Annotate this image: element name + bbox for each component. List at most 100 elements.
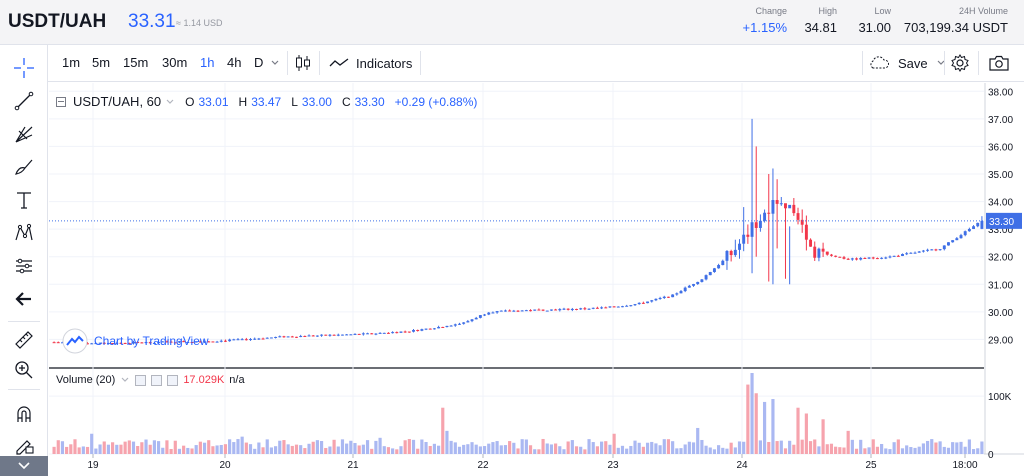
candle-body — [311, 335, 315, 337]
volume-bar — [424, 442, 428, 454]
candle-body — [767, 212, 771, 214]
candle-body — [407, 331, 411, 333]
volume-bar — [871, 439, 875, 454]
volume-tick-label: 0 — [988, 450, 994, 461]
volume-bar — [94, 448, 98, 454]
volume-bar — [859, 439, 863, 454]
volume-bar — [294, 444, 299, 454]
volume-bar — [687, 441, 691, 454]
chevron-down-icon[interactable] — [165, 97, 175, 107]
candle-body — [880, 257, 884, 259]
volume-bar — [880, 443, 884, 454]
price-chart[interactable]: 29.00 30.00 31.00 32.00 33.00 34.00 35.00 36.00… — [0, 0, 1024, 476]
volume-bar — [528, 445, 533, 454]
volume-bar — [215, 445, 219, 454]
candle-body — [228, 339, 232, 342]
volume-bar — [232, 442, 236, 454]
volume-bar — [261, 447, 265, 454]
time-tick-label: 25 — [865, 460, 877, 471]
candle-body — [683, 287, 687, 292]
volume-value: 17.029K — [183, 374, 225, 386]
volume-bar — [207, 440, 211, 454]
volume-bar — [395, 449, 399, 454]
volume-bar — [583, 449, 587, 454]
chevron-down-icon[interactable] — [120, 375, 130, 385]
volume-bar — [416, 448, 420, 454]
candle-body — [758, 220, 762, 228]
candle-body — [921, 250, 925, 252]
watermark-text: Chart by TradingView — [94, 334, 209, 348]
volume-bar — [136, 446, 140, 454]
volume-bar — [403, 440, 407, 454]
volume-bar — [437, 445, 441, 454]
time-tick-label: 24 — [736, 460, 748, 471]
candle-body — [775, 200, 779, 204]
candle-body — [378, 332, 382, 334]
candle-body — [884, 257, 888, 259]
volume-bar — [148, 444, 152, 454]
candle-body — [458, 323, 461, 325]
candle-body — [646, 301, 650, 304]
candle-body — [671, 294, 675, 298]
volume-bar — [625, 448, 629, 454]
candle-body — [315, 335, 319, 337]
legend-open: 33.01 — [198, 94, 229, 109]
volume-bar — [65, 446, 69, 454]
volume-bar — [503, 445, 508, 454]
settings-icon[interactable] — [151, 374, 163, 386]
volume-bar — [236, 439, 240, 454]
volume-bar — [654, 443, 658, 454]
volume-bar — [813, 439, 817, 454]
volume-bar — [478, 446, 482, 454]
volume-bar — [587, 439, 591, 454]
volume-bar — [971, 449, 976, 454]
volume-bar — [152, 440, 156, 454]
volume-bar — [432, 443, 437, 454]
candle-body — [437, 326, 441, 329]
volume-bar — [792, 444, 796, 454]
candle-body — [541, 309, 545, 311]
volume-bar — [671, 441, 675, 454]
volume-bar — [558, 446, 562, 454]
close-icon[interactable] — [167, 374, 179, 386]
candle-body — [947, 242, 950, 246]
volume-bar — [466, 444, 470, 454]
volume-bar — [345, 443, 349, 454]
volume-bar — [98, 444, 102, 454]
candle-body — [462, 322, 466, 324]
candle-body — [370, 333, 374, 335]
volume-bar — [520, 439, 524, 454]
candle-body — [662, 296, 666, 298]
candle-body — [959, 235, 963, 239]
candle-body — [696, 281, 700, 285]
volume-bar — [190, 448, 194, 454]
candle-body — [926, 249, 930, 251]
volume-bar — [721, 447, 725, 454]
volume-bar — [909, 447, 913, 454]
volume-bar — [951, 442, 955, 454]
candle-body — [637, 302, 641, 305]
volume-bar — [182, 445, 186, 454]
price-tick-label: 37.00 — [988, 115, 1013, 126]
volume-bar — [420, 439, 424, 454]
candle-body — [232, 339, 236, 341]
volume-bar — [817, 446, 821, 454]
candle-body — [892, 255, 896, 257]
candle-body — [905, 253, 909, 255]
candle-body — [386, 332, 390, 334]
volume-bar — [332, 439, 336, 454]
volume-bar — [779, 440, 783, 454]
volume-bar — [386, 447, 391, 454]
collapse-legend-button[interactable] — [56, 96, 66, 107]
candle-body — [219, 340, 223, 342]
candle-body — [976, 222, 980, 227]
volume-bar — [892, 442, 896, 454]
volume-bar — [566, 441, 570, 454]
volume-bar — [449, 440, 453, 454]
candle-body — [742, 234, 746, 244]
legend-open-label: O — [185, 94, 195, 109]
volume-bar — [411, 439, 416, 454]
eye-icon[interactable] — [135, 374, 147, 386]
tradingview-watermark[interactable]: Chart by TradingView — [62, 328, 209, 354]
volume-bar — [315, 440, 319, 454]
